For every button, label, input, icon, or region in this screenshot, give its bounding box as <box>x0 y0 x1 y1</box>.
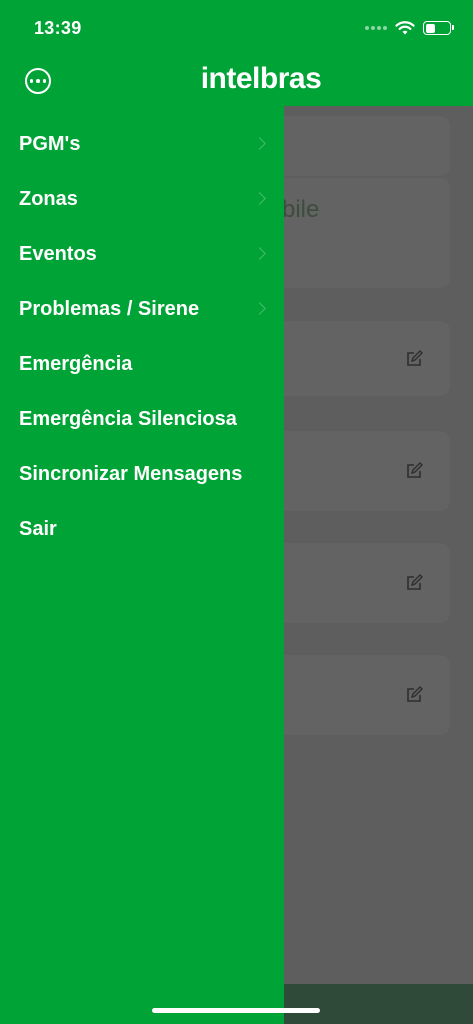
intelbras-logo: intelbras <box>200 62 322 95</box>
menu-item-emergencia[interactable]: Emergência <box>0 344 284 384</box>
menu-item-eventos[interactable]: Eventos <box>0 234 284 274</box>
background-card <box>260 178 450 288</box>
status-icons <box>365 17 454 39</box>
battery-icon <box>423 21 454 35</box>
status-time: 13:39 <box>34 18 82 38</box>
background-card <box>260 116 450 176</box>
menu-item-label: Eventos <box>19 242 97 265</box>
menu-item-label: Emergência <box>19 352 133 375</box>
home-indicator[interactable] <box>152 1008 320 1013</box>
menu-item-label: Problemas / Sirene <box>19 297 200 320</box>
wifi-icon <box>395 21 415 35</box>
edit-icon <box>407 462 423 478</box>
menu-item-pgms[interactable]: PGM's <box>0 124 284 164</box>
edit-icon <box>407 574 423 590</box>
menu-item-problemas-sirene[interactable]: Problemas / Sirene <box>0 289 284 329</box>
edit-icon <box>407 686 423 702</box>
menu-item-sair[interactable]: Sair <box>0 509 284 549</box>
menu-item-emergencia-silenciosa[interactable]: Emergência Silenciosa <box>0 399 284 439</box>
menu-item-sincronizar-mensagens[interactable]: Sincronizar Mensagens <box>0 454 284 494</box>
menu-item-label: PGM's <box>19 132 81 155</box>
chevron-right-icon <box>253 247 266 260</box>
menu-item-label: Sincronizar Mensagens <box>19 462 243 485</box>
menu-item-label: Emergência Silenciosa <box>19 407 237 430</box>
background-title: bile <box>282 196 320 223</box>
chevron-right-icon <box>253 192 266 205</box>
app-header: 13:39 intelbras <box>0 0 473 106</box>
side-menu: PGM's Zonas Eventos Problemas / Sirene E… <box>0 106 284 1024</box>
chevron-right-icon <box>253 137 266 150</box>
chevron-right-icon <box>253 302 266 315</box>
edit-icon <box>407 350 423 366</box>
menu-item-label: Sair <box>19 517 57 540</box>
cellular-signal-icon <box>365 26 387 30</box>
menu-item-zonas[interactable]: Zonas <box>0 179 284 219</box>
menu-item-label: Zonas <box>19 187 78 210</box>
